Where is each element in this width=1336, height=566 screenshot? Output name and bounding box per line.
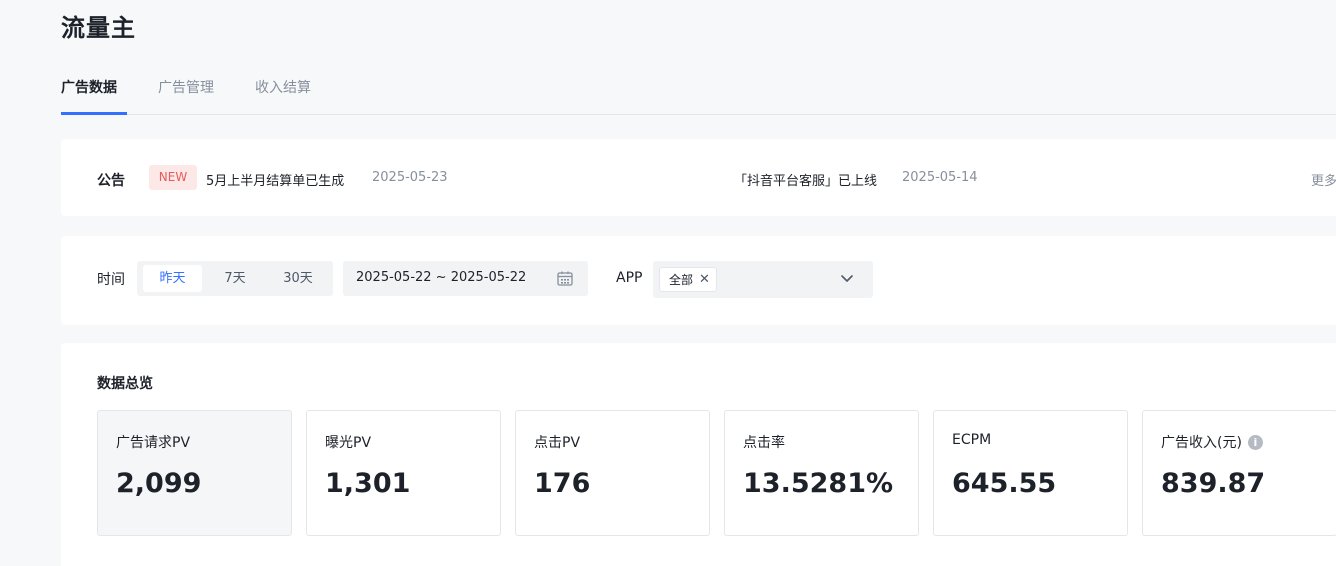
active-tab-indicator xyxy=(61,112,127,115)
metric-value: 839.87 xyxy=(1161,468,1266,499)
date-range-value: 2025-05-22 ~ 2025-05-22 xyxy=(356,270,527,285)
time-range-segmented: 昨天 7天 30天 xyxy=(137,261,333,296)
notice-label: 公告 xyxy=(97,173,125,189)
notice-more-link[interactable]: 更多 xyxy=(1311,170,1336,189)
metric-value: 176 xyxy=(534,468,591,499)
metric-value: 645.55 xyxy=(952,468,1057,499)
metric-card-click-rate[interactable]: 点击率 13.5281% xyxy=(724,410,919,536)
metric-label: 点击PV xyxy=(534,435,581,451)
metric-label: 曝光PV xyxy=(325,435,372,451)
info-icon[interactable]: i xyxy=(1247,434,1263,450)
notice-item-settlement[interactable]: 5月上半月结算单已生成 xyxy=(206,170,344,189)
range-yesterday-button[interactable]: 昨天 xyxy=(143,265,202,292)
calendar-icon xyxy=(557,271,573,286)
metric-value: 1,301 xyxy=(325,468,411,499)
range-30days-button[interactable]: 30天 xyxy=(268,265,328,292)
data-overview-card: 数据总览 广告请求PV 2,099 曝光PV 1,301 点击PV 176 点击… xyxy=(61,343,1336,566)
metric-value: 2,099 xyxy=(116,468,202,499)
overview-title: 数据总览 xyxy=(97,376,153,392)
notice-date: 2025-05-23 xyxy=(372,170,448,185)
metric-value: 13.5281% xyxy=(743,468,894,499)
app-tag: 全部 ✕ xyxy=(659,267,717,292)
metric-card-ad-revenue[interactable]: 广告收入(元) i 839.87 xyxy=(1142,410,1336,536)
notice-date: 2025-05-14 xyxy=(902,170,978,185)
notice-item-customer-service[interactable]: 「抖音平台客服」已上线 xyxy=(734,170,877,189)
metric-card-ad-request-pv[interactable]: 广告请求PV 2,099 xyxy=(97,410,292,536)
tab-revenue-settlement[interactable]: 收入结算 xyxy=(255,77,311,97)
metric-label: 广告收入(元) i xyxy=(1161,432,1263,452)
tab-bar: 广告数据 广告管理 收入结算 xyxy=(61,68,1336,115)
metric-label: 广告请求PV xyxy=(116,435,191,451)
filter-card: 时间 昨天 7天 30天 2025-05-22 ~ 2025-05-22 APP xyxy=(61,236,1336,325)
metric-card-ecpm[interactable]: ECPM 645.55 xyxy=(933,410,1128,536)
tab-ad-data[interactable]: 广告数据 xyxy=(61,77,117,97)
metric-label: ECPM xyxy=(952,432,992,448)
metric-card-click-pv[interactable]: 点击PV 176 xyxy=(515,410,710,536)
metric-card-impression-pv[interactable]: 曝光PV 1,301 xyxy=(306,410,501,536)
metric-label: 点击率 xyxy=(743,435,785,451)
page-title: 流量主 xyxy=(61,14,136,42)
new-badge: NEW xyxy=(149,165,197,190)
close-icon[interactable]: ✕ xyxy=(699,272,710,287)
notice-card: 公告 NEW 5月上半月结算单已生成 2025-05-23 「抖音平台客服」已上… xyxy=(61,139,1336,216)
chevron-down-icon[interactable] xyxy=(840,274,854,284)
app-label: APP xyxy=(616,270,643,286)
tab-ad-management[interactable]: 广告管理 xyxy=(158,77,214,97)
app-select[interactable]: 全部 ✕ xyxy=(653,261,873,298)
app-tag-label: 全部 xyxy=(669,273,694,287)
page: 流量主 广告数据 广告管理 收入结算 公告 NEW 5月上半月结算单已生成 20… xyxy=(0,0,1336,566)
time-label: 时间 xyxy=(97,272,125,288)
range-7days-button[interactable]: 7天 xyxy=(205,265,265,292)
date-range-picker[interactable]: 2025-05-22 ~ 2025-05-22 xyxy=(343,261,588,296)
